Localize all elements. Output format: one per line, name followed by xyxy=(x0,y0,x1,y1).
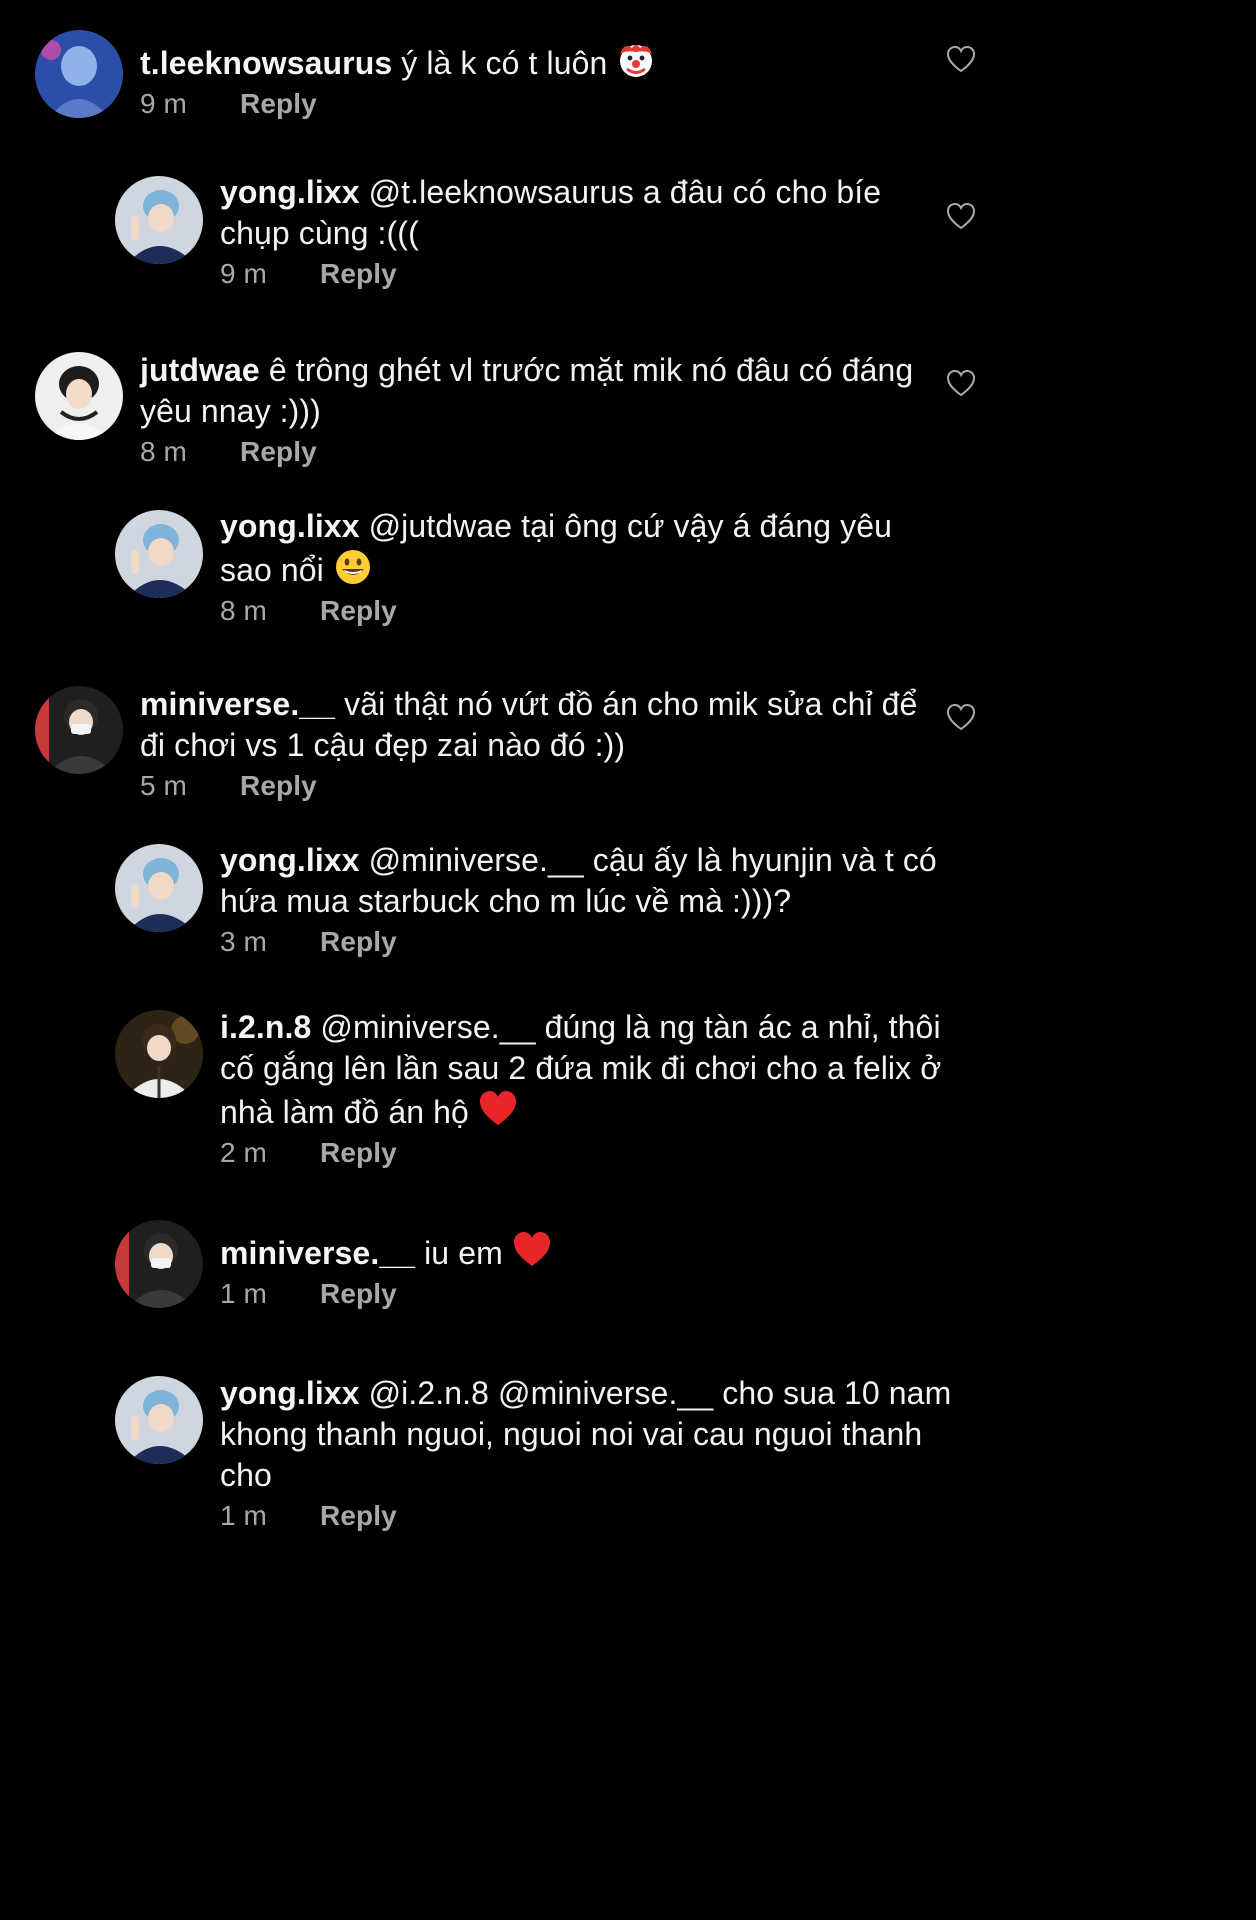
comment-text-block: yong.lixx @t.leeknowsaurus a đâu có cho … xyxy=(220,172,930,292)
comment-time: 9 m xyxy=(220,258,267,289)
comment-username[interactable]: miniverse.__ xyxy=(220,1235,415,1271)
comment-meta: 8 m Reply xyxy=(140,434,930,470)
reply-button[interactable]: Reply xyxy=(320,1278,397,1309)
heart-outline-icon[interactable] xyxy=(946,202,976,230)
reply-button[interactable]: Reply xyxy=(320,926,397,957)
reply-button[interactable]: Reply xyxy=(320,1500,397,1531)
reply-button[interactable]: Reply xyxy=(240,88,317,119)
comment-meta: 8 m Reply xyxy=(220,593,950,629)
avatar[interactable] xyxy=(115,1010,203,1098)
comment-time: 2 m xyxy=(220,1137,267,1168)
comment-time: 3 m xyxy=(220,926,267,957)
comment-text-block: t.leeknowsaurus ý là k có t luôn 9 m Repl… xyxy=(140,40,930,122)
avatar[interactable] xyxy=(115,844,203,932)
avatar[interactable] xyxy=(115,510,203,598)
comment-username[interactable]: yong.lixx xyxy=(220,842,360,878)
reply-button[interactable]: Reply xyxy=(320,258,397,289)
heart-outline-icon[interactable] xyxy=(946,369,976,397)
avatar[interactable] xyxy=(115,1220,203,1308)
comment-meta: 2 m Reply xyxy=(220,1135,970,1171)
comment-username[interactable]: jutdwae xyxy=(140,352,260,388)
comment-text: iu em xyxy=(415,1235,503,1271)
heart-outline-icon[interactable] xyxy=(946,703,976,731)
comment-time: 1 m xyxy=(220,1500,267,1531)
clown-face-emoji-icon xyxy=(616,40,656,80)
comment-time: 9 m xyxy=(140,88,187,119)
reply-button[interactable]: Reply xyxy=(320,595,397,626)
comment-text-block: jutdwae ê trông ghét vl trước mặt mik nó… xyxy=(140,350,930,470)
comment-meta: 9 m Reply xyxy=(140,86,930,122)
heart-outline-icon[interactable] xyxy=(946,45,976,73)
comment-text-block: yong.lixx @miniverse.__ cậu ấy là hyunji… xyxy=(220,840,990,960)
red-heart-emoji-icon xyxy=(512,1230,552,1270)
grinning-face-emoji-icon xyxy=(333,547,373,587)
comment-text-block: yong.lixx @i.2.n.8 @miniverse.__ cho sua… xyxy=(220,1373,970,1534)
reply-button[interactable]: Reply xyxy=(320,1137,397,1168)
comment-meta: 9 m Reply xyxy=(220,256,930,292)
comment-meta: 1 m Reply xyxy=(220,1276,930,1312)
comment-username[interactable]: miniverse.__ xyxy=(140,686,335,722)
comment-text-block: miniverse.__ iu em 1 m Reply xyxy=(220,1230,930,1312)
avatar[interactable] xyxy=(35,686,123,774)
reply-button[interactable]: Reply xyxy=(240,770,317,801)
comment-text-block: yong.lixx @jutdwae tại ông cứ vậy á đáng… xyxy=(220,506,950,629)
avatar[interactable] xyxy=(115,176,203,264)
comment-username[interactable]: yong.lixx xyxy=(220,508,360,544)
comment-username[interactable]: yong.lixx xyxy=(220,174,360,210)
avatar[interactable] xyxy=(35,30,123,118)
comment-meta: 3 m Reply xyxy=(220,924,990,960)
reply-button[interactable]: Reply xyxy=(240,436,317,467)
red-heart-emoji-icon xyxy=(478,1089,518,1129)
comment-time: 5 m xyxy=(140,770,187,801)
comment-text-block: i.2.n.8 @miniverse.__ đúng là ng tàn ác … xyxy=(220,1007,970,1171)
comment-time: 8 m xyxy=(140,436,187,467)
comment-text-block: miniverse.__ vãi thật nó vứt đồ án cho m… xyxy=(140,684,930,804)
comment-time: 8 m xyxy=(220,595,267,626)
comment-username[interactable]: i.2.n.8 xyxy=(220,1009,311,1045)
comment-text: ý là k có t luôn xyxy=(392,45,608,81)
comment-username[interactable]: yong.lixx xyxy=(220,1375,360,1411)
comment-username[interactable]: t.leeknowsaurus xyxy=(140,45,392,81)
avatar[interactable] xyxy=(115,1376,203,1464)
comment-time: 1 m xyxy=(220,1278,267,1309)
comment-meta: 1 m Reply xyxy=(220,1498,970,1534)
comment-meta: 5 m Reply xyxy=(140,768,930,804)
avatar[interactable] xyxy=(35,352,123,440)
comment-text: @miniverse.__ đúng là ng tàn ác a nhỉ, t… xyxy=(220,1009,942,1130)
